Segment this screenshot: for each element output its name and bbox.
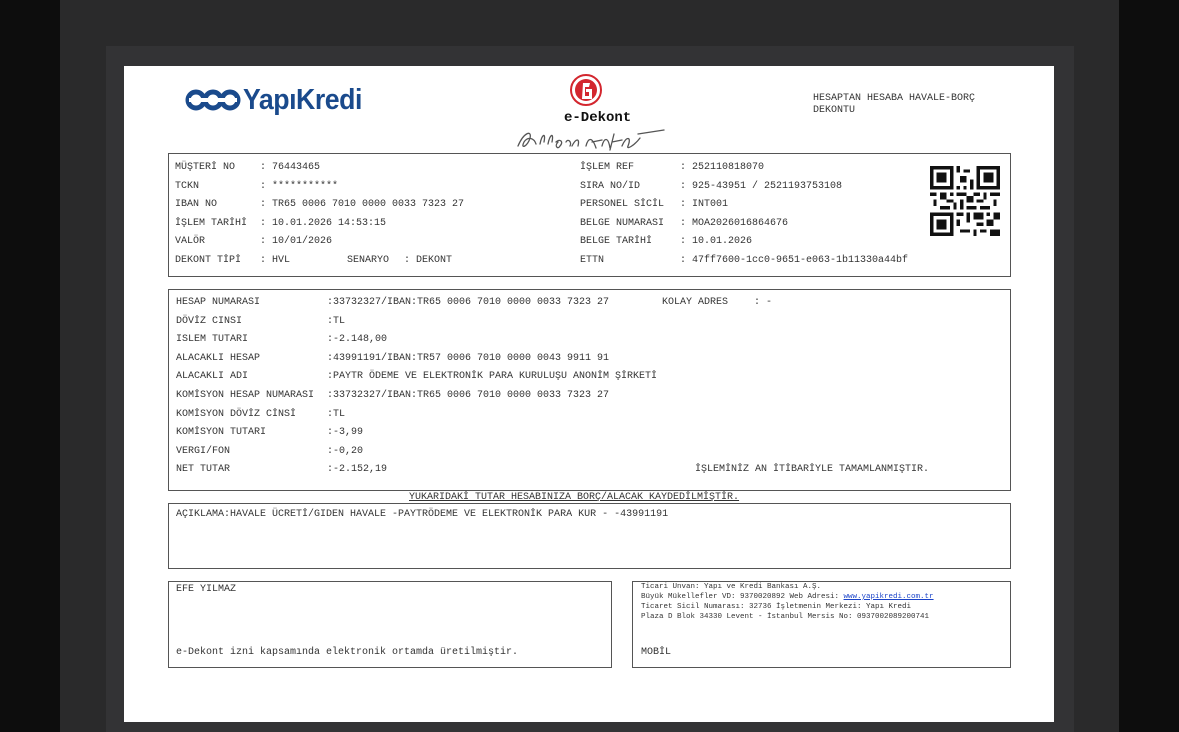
bank-info-line-3: Ticaret Sicil Numarası: 32736 İşletmenin… <box>641 603 912 611</box>
doviz-cinsi-value: :TL <box>327 316 346 327</box>
customer-name: EFE YILMAZ <box>176 584 237 595</box>
komisyon-hesap-label: KOMİSYON HESAP NUMARASI <box>176 390 315 401</box>
website-link[interactable]: www.yapikredi.com.tr <box>844 593 934 601</box>
receipt-page: YapıKredi e-Dekont HESAPTAN HESABA HAVAL… <box>124 66 1054 722</box>
document-title: HESAPTAN HESABA HAVALE-BORÇ DEKONTU <box>813 93 976 116</box>
dekont-tipi-label: DEKONT TİPİ <box>175 255 242 266</box>
komisyon-tutari-value: :-3,99 <box>327 427 364 438</box>
handwritten-signature <box>517 129 665 151</box>
kolay-adres-value: : - <box>754 297 773 308</box>
yapikredi-logo: YapıKredi <box>184 82 364 122</box>
belge-numarasi-value: : MOA2026016864676 <box>680 218 789 229</box>
islem-tarihi-value: : 10.01.2026 14:53:15 <box>260 218 387 229</box>
musteri-no-label: MÜŞTERİ NO <box>175 162 236 173</box>
musteri-no-value: : 76443465 <box>260 162 321 173</box>
ettn-label: ETTN <box>580 255 605 266</box>
viewer-right-margin <box>1119 0 1179 732</box>
yapikredi-logo-mark-icon <box>185 89 241 111</box>
islem-tutari-value: :-2.148,00 <box>327 334 388 345</box>
sira-no-label: SIRA NO/ID <box>580 181 641 192</box>
net-tutar-label: NET TUTAR <box>176 464 231 475</box>
personel-sicil-value: : INT001 <box>680 199 729 210</box>
belge-tarihi-value: : 10.01.2026 <box>680 236 753 247</box>
viewer-left-margin <box>0 0 60 732</box>
komisyon-hesap-value: :33732327/IBAN:TR65 0006 7010 0000 0033 … <box>327 390 610 401</box>
gib-seal-icon <box>570 74 602 106</box>
personel-sicil-label: PERSONEL SİCİL <box>580 199 665 210</box>
valor-value: : 10/01/2026 <box>260 236 333 247</box>
vergi-fon-value: :-0,20 <box>327 446 364 457</box>
belge-tarihi-label: BELGE TARİHİ <box>580 236 653 247</box>
description-text: AÇIKLAMA:HAVALE ÜCRETİ/GIDEN HAVALE -PAY… <box>176 509 669 520</box>
iban-value: : TR65 0006 7010 0000 0033 7323 27 <box>260 199 465 210</box>
belge-numarasi-label: BELGE NUMARASI <box>580 218 665 229</box>
islem-tutari-label: ISLEM TUTARI <box>176 334 249 345</box>
ettn-value: : 47ff7600-1cc0-9651-e063-1b11330a44bf <box>680 255 909 266</box>
valor-label: VALÖR <box>175 236 206 247</box>
alacakli-hesap-label: ALACAKLI HESAP <box>176 353 261 364</box>
komisyon-doviz-value: :TL <box>327 409 346 420</box>
iban-label: IBAN NO <box>175 199 218 210</box>
bank-info-line-1: Ticari Unvan: Yapı ve Kredi Bankası A.Ş. <box>641 583 822 591</box>
bank-info-line-4: Plaza D Blok 34330 Levent - İstanbul Mer… <box>641 613 930 621</box>
komisyon-tutari-label: KOMİSYON TUTARI <box>176 427 267 438</box>
net-tutar-value: :-2.152,19 <box>327 464 388 475</box>
alacakli-adi-label: ALACAKLI ADI <box>176 371 249 382</box>
kolay-adres-label: KOLAY ADRES <box>662 297 729 308</box>
electronic-note: e-Dekont izni kapsamında elektronik orta… <box>176 647 519 658</box>
islem-tarihi-label: İŞLEM TARİHİ <box>175 218 248 229</box>
channel-label: MOBİL <box>641 647 672 658</box>
hesap-numarasi-value: :33732327/IBAN:TR65 0006 7010 0000 0033 … <box>327 297 610 308</box>
senaryo-value: : DEKONT <box>404 255 453 266</box>
dekont-tipi-value: : HVL <box>260 255 291 266</box>
completion-note: İŞLEMİNİZ AN İTİBARİYLE TAMAMLANMIŞTIR. <box>695 464 930 475</box>
qr-code-icon <box>930 166 1000 236</box>
islem-ref-value: : 252110818070 <box>680 162 765 173</box>
islem-ref-label: İŞLEM REF <box>580 162 635 173</box>
bank-name-text: YapıKredi <box>243 84 362 116</box>
tckn-value: : *********** <box>260 181 339 192</box>
bank-info-line-2-prefix: Büyük Mükellefler VD: 9370020892 Web Adr… <box>641 593 844 601</box>
tckn-label: TCKN <box>175 181 200 192</box>
senaryo-label: SENARYO <box>347 255 390 266</box>
hesap-numarasi-label: HESAP NUMARASI <box>176 297 261 308</box>
komisyon-doviz-label: KOMİSYON DÖVİZ CİNSİ <box>176 409 297 420</box>
sira-no-value: : 925-43951 / 2521193753108 <box>680 181 843 192</box>
vergi-fon-label: VERGI/FON <box>176 446 231 457</box>
bank-info-line-2: Büyük Mükellefler VD: 9370020892 Web Adr… <box>641 593 934 602</box>
alacakli-hesap-value: :43991191/IBAN:TR57 0006 7010 0000 0043 … <box>327 353 610 364</box>
alacakli-adi-value: :PAYTR ÖDEME VE ELEKTRONİK PARA KURULUŞU… <box>327 371 658 382</box>
doviz-cinsi-label: DÖVİZ CINSI <box>176 316 243 327</box>
